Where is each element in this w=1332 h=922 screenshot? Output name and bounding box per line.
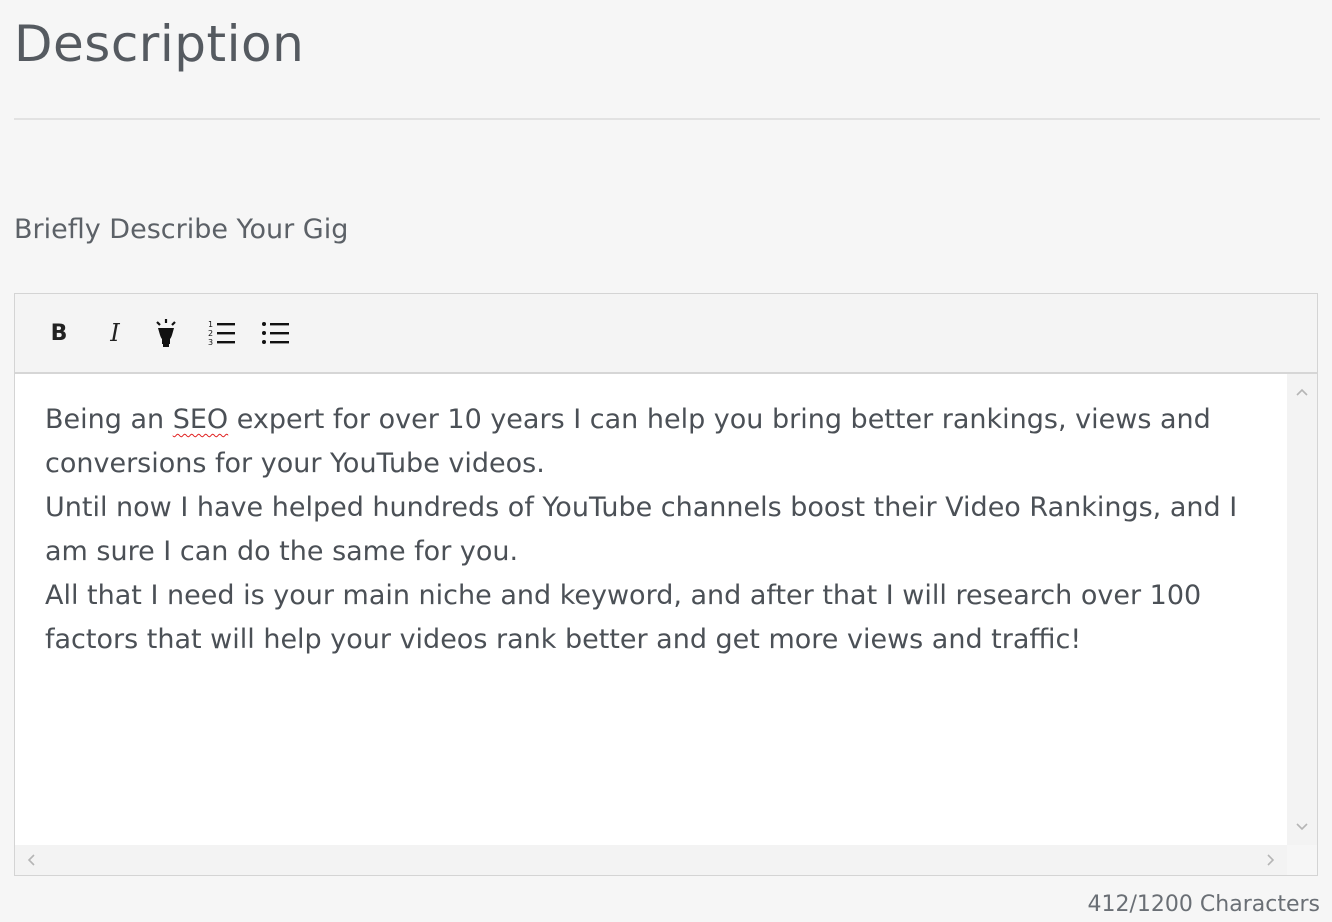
- rich-text-editor[interactable]: B I 1 2 3 Being an SEO expert for over 1…: [14, 293, 1318, 876]
- divider: [14, 118, 1320, 120]
- svg-text:1: 1: [208, 320, 213, 329]
- section-label: Briefly Describe Your Gig: [14, 214, 349, 245]
- misspelled-word: SEO: [172, 404, 229, 435]
- horizontal-scrollbar[interactable]: [15, 845, 1287, 875]
- svg-text:3: 3: [208, 338, 213, 347]
- ordered-list-icon: 1 2 3: [208, 320, 235, 347]
- description-textarea[interactable]: Being an SEO expert for over 10 years I …: [15, 374, 1287, 845]
- text-segment: Being an: [45, 404, 173, 435]
- lightbulb-icon: [156, 319, 176, 347]
- scroll-up-icon[interactable]: [1294, 384, 1310, 400]
- editor-toolbar: B I 1 2 3: [15, 294, 1317, 374]
- scrollbar-corner: [1287, 845, 1317, 875]
- scroll-right-icon[interactable]: [1263, 852, 1279, 868]
- svg-text:2: 2: [208, 329, 213, 338]
- bold-button[interactable]: B: [45, 316, 73, 350]
- highlight-button[interactable]: [149, 316, 183, 350]
- italic-button[interactable]: I: [101, 316, 129, 350]
- character-counter: 412/1200 Characters: [1087, 892, 1320, 917]
- description-panel: Description Briefly Describe Your Gig B …: [0, 0, 1332, 922]
- page-title: Description: [14, 15, 305, 73]
- bullet-list-button[interactable]: [259, 316, 293, 350]
- ordered-list-button[interactable]: 1 2 3: [205, 316, 239, 350]
- bullet-list-icon: [262, 322, 289, 344]
- paragraph-2: Until now I have helped hundreds of YouT…: [45, 492, 1238, 567]
- scroll-left-icon[interactable]: [23, 852, 39, 868]
- paragraph-3: All that I need is your main niche and k…: [45, 580, 1202, 655]
- paragraph-1: Being an SEO expert for over 10 years I …: [45, 398, 1267, 486]
- vertical-scrollbar[interactable]: [1287, 374, 1317, 845]
- scroll-down-icon[interactable]: [1294, 819, 1310, 835]
